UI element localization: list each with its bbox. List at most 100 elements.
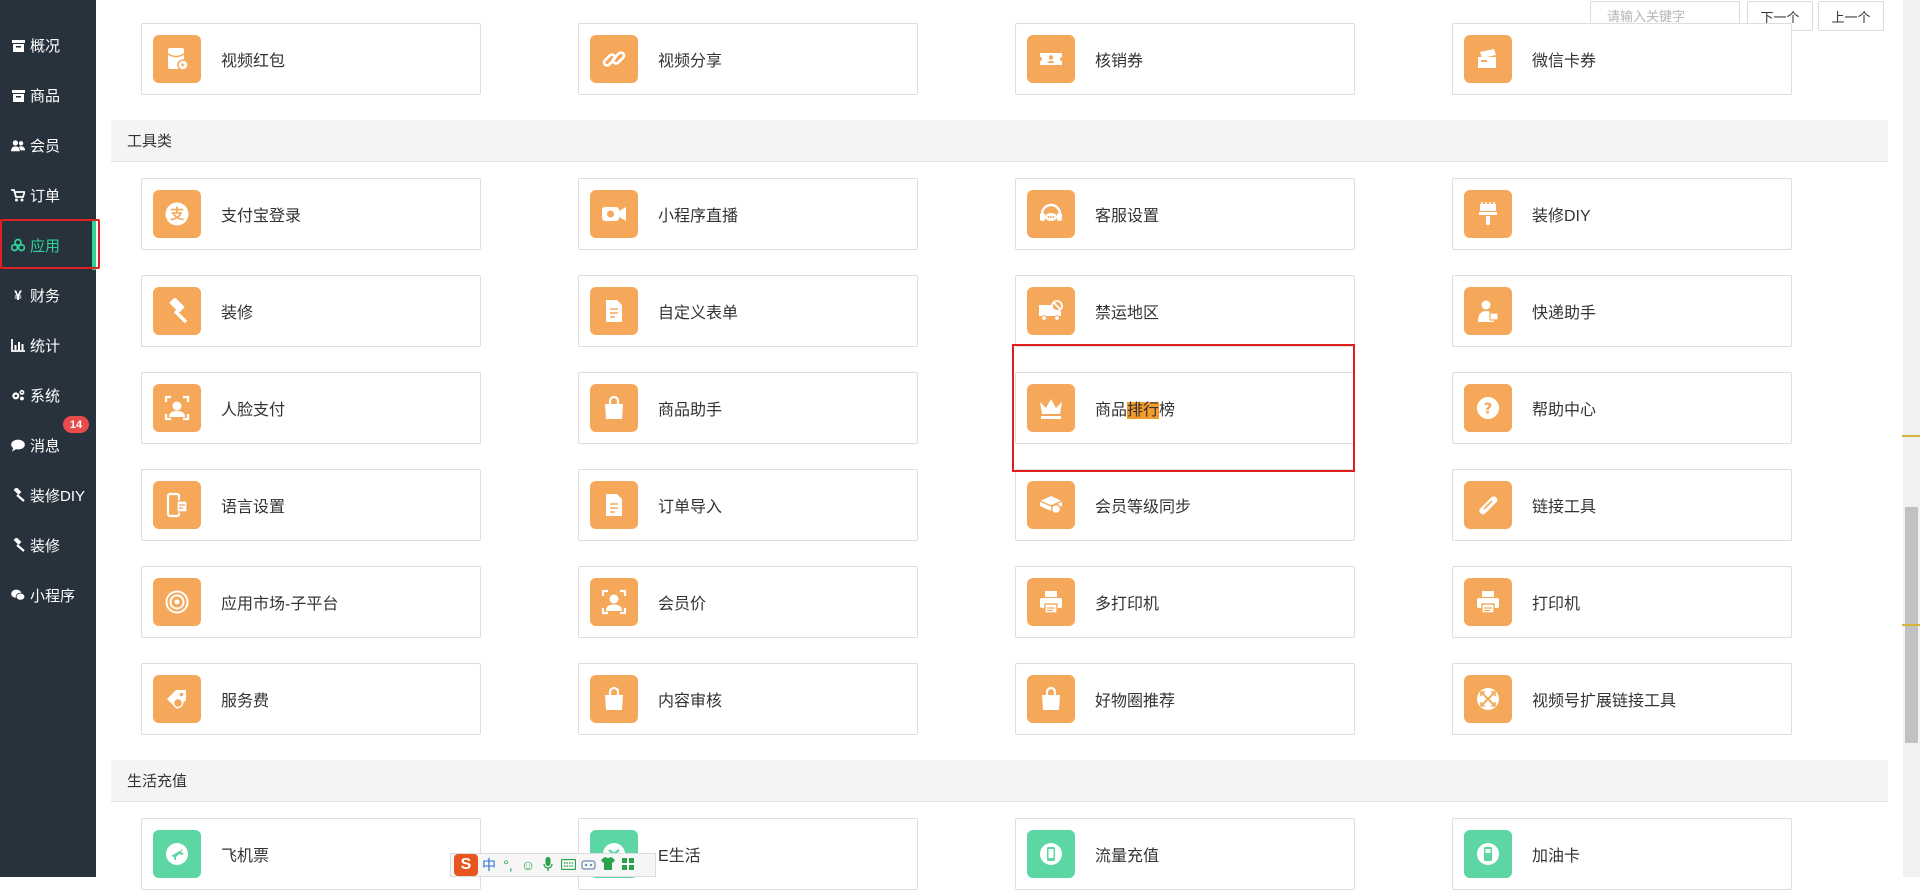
truck-ban-icon bbox=[1027, 287, 1075, 335]
search-match-marker bbox=[1902, 624, 1920, 626]
app-card-goods-helper[interactable]: 商品助手 bbox=[578, 372, 918, 444]
app-card-help-center[interactable]: ? 帮助中心 bbox=[1452, 372, 1792, 444]
sidebar-item-label: 应用 bbox=[30, 237, 61, 255]
question-icon: ? bbox=[1464, 384, 1512, 432]
grid-icon[interactable] bbox=[620, 857, 636, 873]
cubes-icon bbox=[11, 238, 25, 252]
gears-icon bbox=[11, 388, 25, 402]
service-fee-icon bbox=[153, 675, 201, 723]
sidebar-item-label: 会员 bbox=[30, 137, 61, 155]
app-card-face-pay[interactable]: 人脸支付 bbox=[141, 372, 481, 444]
app-card-customer-service[interactable]: 客服设置 bbox=[1015, 178, 1355, 250]
section-title: 生活充值 bbox=[127, 773, 188, 790]
brush-icon bbox=[1464, 190, 1512, 238]
shirt-icon[interactable] bbox=[600, 857, 616, 873]
svg-text:支: 支 bbox=[169, 206, 185, 223]
app-card-video-share[interactable]: 视频分享 bbox=[578, 23, 918, 95]
sidebar-item-goods[interactable]: 商品 bbox=[0, 70, 96, 120]
archive-icon bbox=[11, 38, 25, 52]
app-label: 应用市场-子平台 bbox=[221, 596, 339, 613]
app-card-embargo-area[interactable]: 禁运地区 bbox=[1015, 275, 1355, 347]
live-camera-icon bbox=[590, 190, 638, 238]
app-card-decor[interactable]: 装修 bbox=[141, 275, 481, 347]
language-icon bbox=[153, 481, 201, 529]
prev-button[interactable]: 上一个 bbox=[1818, 1, 1884, 31]
video-redpacket-icon bbox=[153, 35, 201, 83]
app-card-app-market-subplatform[interactable]: 应用市场-子平台 bbox=[141, 566, 481, 638]
gavel-icon bbox=[11, 488, 25, 502]
sidebar-item-decor-diy[interactable]: 装修DIY bbox=[0, 470, 96, 520]
app-card-link-tool[interactable]: 链接工具 bbox=[1452, 469, 1792, 541]
app-card-channels-link-tool[interactable]: 视频号扩展链接工具 bbox=[1452, 663, 1792, 735]
sidebar-item-stats[interactable]: 统计 bbox=[0, 320, 96, 370]
member-sync-icon bbox=[1027, 481, 1075, 529]
wechat-icon bbox=[11, 588, 25, 602]
sidebar-item-finance[interactable]: ¥ 财务 bbox=[0, 270, 96, 320]
gavel-icon bbox=[11, 538, 25, 552]
bar-chart-icon bbox=[11, 338, 25, 352]
app-label: 订单导入 bbox=[658, 499, 723, 516]
search-match-highlight: 排行 bbox=[1127, 402, 1160, 419]
app-card-custom-form[interactable]: 自定义表单 bbox=[578, 275, 918, 347]
app-card-data-recharge[interactable]: 流量充值 bbox=[1015, 818, 1355, 890]
app-label: 自定义表单 bbox=[658, 305, 739, 322]
cart-icon bbox=[11, 188, 25, 202]
app-card-content-review[interactable]: 内容审核 bbox=[578, 663, 918, 735]
sidebar-item-orders[interactable]: 订单 bbox=[0, 170, 96, 220]
app-card-multi-printer[interactable]: 多打印机 bbox=[1015, 566, 1355, 638]
ime-logo[interactable]: S bbox=[454, 854, 478, 876]
app-card-writeoff-coupon[interactable]: 核销券 bbox=[1015, 23, 1355, 95]
app-card-member-level-sync[interactable]: 会员等级同步 bbox=[1015, 469, 1355, 541]
app-card-printer[interactable]: 打印机 bbox=[1452, 566, 1792, 638]
plane-icon bbox=[153, 830, 201, 878]
app-card-service-fee[interactable]: 服务费 bbox=[141, 663, 481, 735]
app-card-miniprogram-live[interactable]: 小程序直播 bbox=[578, 178, 918, 250]
sidebar-item-decor[interactable]: 装修 bbox=[0, 520, 96, 570]
app-card-fuel-card[interactable]: 加油卡 bbox=[1452, 818, 1792, 890]
mic-icon[interactable] bbox=[540, 856, 556, 874]
app-card-goods-ranking[interactable]: 商品排行榜 bbox=[1015, 372, 1355, 444]
sidebar-item-system[interactable]: 系统 bbox=[0, 370, 96, 420]
app-card-flight-ticket[interactable]: 飞机票 bbox=[141, 818, 481, 890]
sidebar-item-apps[interactable]: 应用 bbox=[0, 220, 96, 270]
app-card-member-price[interactable]: 会员价 bbox=[578, 566, 918, 638]
app-card-courier-helper[interactable]: 快递助手 bbox=[1452, 275, 1792, 347]
app-card-decor-diy[interactable]: 装修DIY bbox=[1452, 178, 1792, 250]
member-price-icon bbox=[590, 578, 638, 626]
app-card-language-settings[interactable]: 语言设置 bbox=[141, 469, 481, 541]
app-label: E生活 bbox=[658, 848, 701, 865]
app-label: 链接工具 bbox=[1532, 499, 1597, 516]
app-label: 人脸支付 bbox=[221, 402, 286, 419]
app-card-alipay-login[interactable]: 支 支付宝登录 bbox=[141, 178, 481, 250]
ime-toolbar[interactable]: S 中 °, ☺ bbox=[450, 853, 656, 877]
expand-icon bbox=[1464, 675, 1512, 723]
app-label: 服务费 bbox=[221, 693, 270, 710]
app-card-order-import[interactable]: 订单导入 bbox=[578, 469, 918, 541]
app-label: 微信卡券 bbox=[1532, 53, 1597, 70]
sidebar-item-members[interactable]: 会员 bbox=[0, 120, 96, 170]
app-card-goods-circle[interactable]: 好物圈推荐 bbox=[1015, 663, 1355, 735]
ime-punct[interactable]: °, bbox=[500, 857, 516, 873]
app-card-wechat-card[interactable]: 微信卡券 bbox=[1452, 23, 1792, 95]
app-card-video-redpacket[interactable]: 视频红包 bbox=[141, 23, 481, 95]
sidebar-item-overview[interactable]: 概况 bbox=[0, 20, 96, 70]
sidebar-item-label: 消息 bbox=[30, 437, 61, 455]
scrollbar[interactable] bbox=[1903, 0, 1920, 877]
document-icon bbox=[590, 481, 638, 529]
app-label: 语言设置 bbox=[221, 499, 286, 516]
ime-mode[interactable]: 中 bbox=[482, 855, 496, 875]
app-label: 支付宝登录 bbox=[221, 208, 302, 225]
tool-icon[interactable] bbox=[580, 857, 596, 873]
sidebar: 概况 商品 会员 订单 应用 ¥ 财务 统计 系统 消息 14 装修DIY 装修… bbox=[0, 0, 100, 877]
smile-icon[interactable]: ☺ bbox=[520, 857, 536, 873]
app-label: 小程序直播 bbox=[658, 208, 739, 225]
courier-icon bbox=[1464, 287, 1512, 335]
app-label: 视频号扩展链接工具 bbox=[1532, 693, 1677, 710]
link-icon bbox=[590, 35, 638, 83]
label-part: 商品 bbox=[1095, 402, 1128, 419]
app-label: 核销券 bbox=[1095, 53, 1144, 70]
sidebar-item-miniprogram[interactable]: 小程序 bbox=[0, 570, 96, 620]
sidebar-item-messages[interactable]: 消息 14 bbox=[0, 416, 96, 470]
bag-icon bbox=[590, 384, 638, 432]
keyboard-icon[interactable] bbox=[560, 857, 576, 873]
